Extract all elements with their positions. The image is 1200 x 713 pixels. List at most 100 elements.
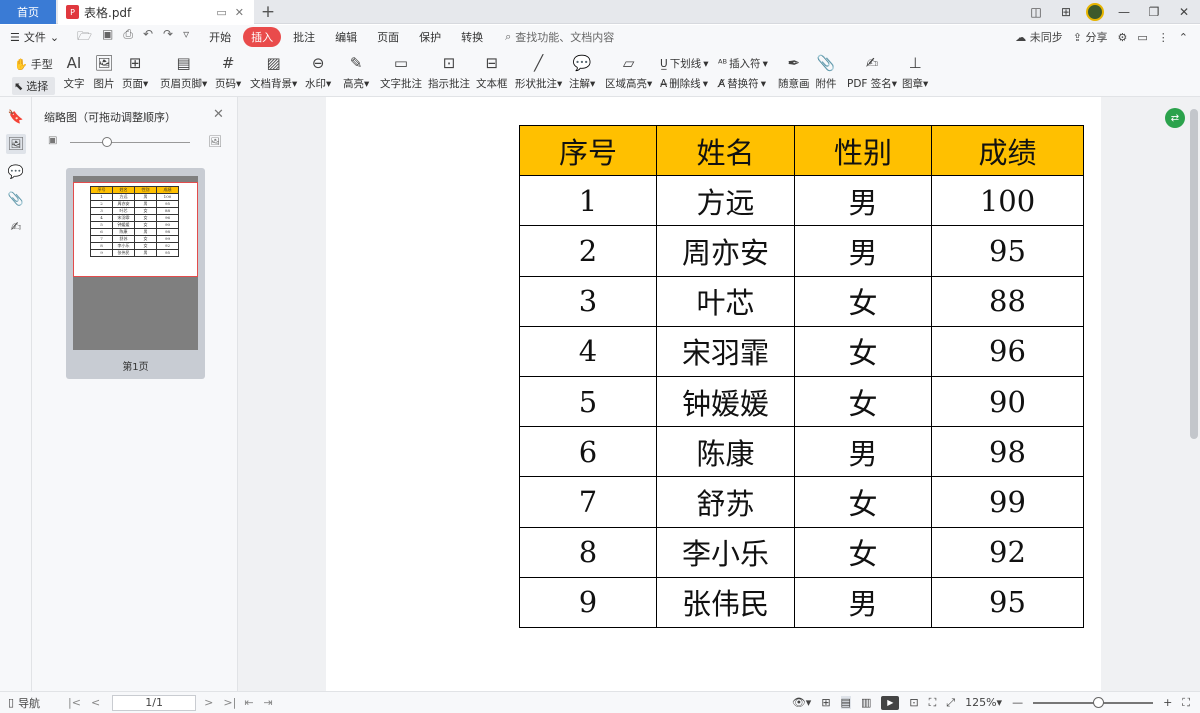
insert-char-button[interactable]: ᴬᴮ 插入符 ▾ [718, 56, 768, 71]
thumbnail-icon[interactable]: 🖼 [6, 134, 26, 154]
page-layout-icon[interactable]: ◫ [1026, 3, 1046, 21]
navigation-toggle[interactable]: ▯ 导航 [0, 695, 60, 711]
document-canvas[interactable]: 序号 姓名 性别 成绩 1 方远男 100 2 周亦安男 95 3 叶芯女 88 4 宋羽霏女… [238, 97, 1188, 691]
tab-home[interactable]: 首页 [0, 0, 56, 24]
redo-icon[interactable]: ↷ [163, 27, 173, 48]
user-avatar[interactable] [1086, 3, 1104, 21]
minimize-icon[interactable]: — [1114, 3, 1134, 21]
attachment-icon[interactable]: 📎 [6, 189, 26, 209]
add-page-icon: ⊞ [128, 54, 142, 72]
two-page-view-icon[interactable]: ▥ [861, 696, 871, 709]
highlight-button[interactable]: ✎ 高亮▾ [343, 53, 369, 91]
area-highlight-icon: ▱ [622, 54, 635, 72]
settings-icon[interactable]: ⚙ [1118, 31, 1128, 44]
menu-tabs: 开始 插入 批注 编辑 页面 保护 转换 [201, 27, 491, 47]
zoom-out-icon[interactable]: — [1012, 696, 1023, 709]
fit-width-icon[interactable]: ⤢ [946, 696, 955, 710]
table-cell: 100 [931, 175, 1084, 227]
slider-handle[interactable] [102, 137, 112, 147]
hand-tool[interactable]: ✋ 手型 [12, 55, 55, 73]
page-button[interactable]: ⊞ 页面▾ [122, 53, 148, 91]
tab-page[interactable]: 页面 [369, 27, 407, 47]
grid-apps-icon[interactable]: ⊞ [1056, 3, 1076, 21]
watermark-button[interactable]: ⊖ 水印▾ [305, 53, 331, 91]
comment-icon[interactable]: 💬 [6, 162, 26, 182]
single-page-view-icon[interactable]: ⊞ [821, 696, 830, 709]
save-icon[interactable]: ▣ [102, 27, 113, 48]
tab-start[interactable]: 开始 [201, 27, 239, 47]
sync-button[interactable]: ☁ 未同步 [1015, 29, 1063, 45]
signature-panel-icon[interactable]: ✍ [6, 217, 26, 237]
undo-icon[interactable]: ↶ [143, 27, 153, 48]
replace-char-icon: A̸ [718, 77, 726, 90]
tab-comment[interactable]: 批注 [285, 27, 323, 47]
close-window-icon[interactable]: ✕ [1174, 3, 1194, 21]
restore-icon[interactable]: ❐ [1144, 3, 1164, 21]
convert-badge-icon[interactable]: ⇄ [1165, 108, 1185, 128]
doc-background-label: 文档背景 [250, 78, 292, 90]
scrollbar-thumb[interactable] [1190, 109, 1198, 439]
select-tool[interactable]: ⬉ 选择 [12, 77, 55, 95]
underline-button[interactable]: U̲ 下划线 ▾ [660, 56, 708, 71]
fullscreen-icon[interactable]: ⛶ [1182, 696, 1190, 710]
image-button[interactable]: 🖼 图片 [93, 53, 115, 91]
collapse-ribbon-icon[interactable]: ⌃ [1179, 31, 1188, 44]
continuous-view-icon[interactable]: ▤ [840, 696, 851, 709]
page-number-button[interactable]: # 页码▾ [215, 53, 241, 91]
tab-insert[interactable]: 插入 [243, 27, 282, 47]
dropdown-icon[interactable]: ▿ [183, 27, 189, 48]
last-page-icon[interactable]: >| [223, 696, 236, 709]
zoom-slider[interactable] [1033, 696, 1154, 708]
vertical-scrollbar[interactable] [1188, 97, 1200, 691]
next-page-icon[interactable]: > [204, 696, 213, 709]
zoom-slider-handle[interactable] [1093, 696, 1105, 708]
tab-protect[interactable]: 保护 [411, 27, 449, 47]
page-number-input[interactable]: 1/1 [112, 694, 197, 711]
tab-edit[interactable]: 编辑 [327, 27, 365, 47]
header-footer-button[interactable]: ▤ 页眉页脚▾ [160, 53, 207, 91]
search-box[interactable]: ⌕ 查找功能、文档内容 [505, 29, 614, 45]
message-icon[interactable]: ▭ [1137, 31, 1147, 44]
text-comment-button[interactable]: ▭ 文字批注 [380, 53, 422, 91]
pointer-comment-button[interactable]: ⊡ 指示批注 [428, 53, 470, 91]
stamp-button[interactable]: ⊥ 图章▾ [902, 53, 928, 91]
new-tab-button[interactable]: + [258, 2, 278, 22]
file-menu[interactable]: ☰ 文件 ⌄ [0, 29, 69, 45]
close-tab-icon[interactable]: ✕ [235, 6, 244, 19]
zoom-level[interactable]: 125%▾ [965, 696, 1002, 709]
freehand-button[interactable]: ✒ 随意画 [778, 53, 810, 91]
back-icon[interactable]: ⇤ [244, 696, 253, 709]
text-button[interactable]: AI 文字 [63, 53, 85, 91]
forward-icon[interactable]: ⇥ [264, 696, 273, 709]
open-folder-icon[interactable]: 🗁 [77, 27, 92, 48]
close-panel-icon[interactable]: ✕ [213, 107, 224, 122]
textbox-button[interactable]: ⊟ 文本框 [476, 53, 508, 91]
note-button[interactable]: 💬 注解▾ [569, 53, 595, 91]
actual-size-icon[interactable]: ⊡ [909, 696, 918, 709]
table-cell: 周亦安 [656, 225, 795, 277]
doc-background-button[interactable]: ▨ 文档背景▾ [250, 53, 297, 91]
zoom-in-icon[interactable]: + [1163, 696, 1172, 709]
thumbnail-size-slider[interactable]: ▣ 🖼 [48, 135, 228, 149]
nav-panel-icon: ▯ [8, 696, 15, 709]
prev-page-icon[interactable]: < [91, 696, 100, 709]
more-icon[interactable]: ⋮ [1158, 31, 1169, 44]
attachment-button[interactable]: 📎 附件 [815, 53, 837, 91]
replace-char-button[interactable]: A̸ 替换符 ▾ [718, 76, 766, 91]
fit-page-icon[interactable]: ⛶ [929, 696, 937, 710]
tab-document[interactable]: P 表格.pdf ▭ ✕ [58, 0, 254, 24]
area-highlight-button[interactable]: ▱ 区域高亮▾ [605, 53, 652, 91]
eye-protect-icon[interactable]: 👁▾ [792, 696, 812, 709]
pdf-sign-button[interactable]: ✍ PDF 签名▾ [847, 53, 897, 91]
print-icon[interactable]: ⎙ [123, 27, 133, 48]
play-slideshow-icon[interactable]: ▶ [881, 695, 900, 710]
bookmark-icon[interactable]: 🔖 [6, 107, 26, 127]
shape-comment-button[interactable]: ╱ 形状批注▾ [515, 53, 562, 91]
page-thumbnail[interactable]: 序号 姓名 性别 成绩 1 方远男 100 2 周亦安男 95 3 叶芯女 88 4 宋羽霏女 96 … [66, 168, 205, 379]
tab-convert[interactable]: 转换 [453, 27, 491, 47]
first-page-icon[interactable]: |< [68, 696, 81, 709]
strikethrough-button[interactable]: A̶ 删除线 ▾ [660, 76, 708, 91]
screen-icon[interactable]: ▭ [216, 6, 226, 19]
share-button[interactable]: ⇪ 分享 [1073, 29, 1108, 45]
table-cell: 1 [519, 175, 657, 227]
